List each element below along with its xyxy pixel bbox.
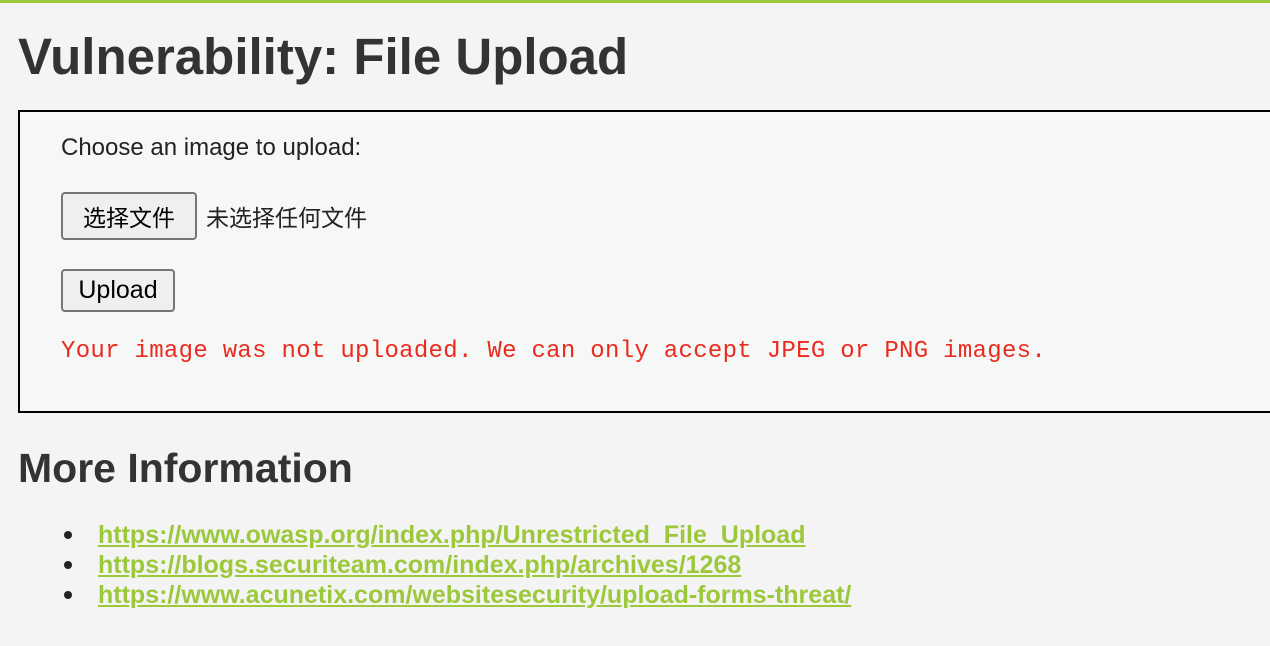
upload-button[interactable]: Upload bbox=[61, 269, 175, 312]
choose-file-button[interactable]: 选择文件 bbox=[61, 192, 197, 240]
bullet-icon bbox=[64, 561, 72, 569]
page-title: Vulnerability: File Upload bbox=[18, 28, 629, 85]
file-status-text: 未选择任何文件 bbox=[206, 206, 367, 232]
list-item: https://www.owasp.org/index.php/Unrestri… bbox=[64, 520, 851, 550]
file-input-row: 选择文件 未选择任何文件 bbox=[61, 192, 367, 240]
owasp-link[interactable]: https://www.owasp.org/index.php/Unrestri… bbox=[98, 521, 805, 550]
bullet-icon bbox=[64, 591, 72, 599]
more-information-heading: More Information bbox=[18, 445, 353, 491]
upload-form-panel: Choose an image to upload: 选择文件 未选择任何文件 … bbox=[18, 110, 1270, 413]
bullet-icon bbox=[64, 531, 72, 539]
list-item: https://www.acunetix.com/websitesecurity… bbox=[64, 580, 851, 610]
securiteam-link[interactable]: https://blogs.securiteam.com/index.php/a… bbox=[98, 551, 741, 580]
more-information-links: https://www.owasp.org/index.php/Unrestri… bbox=[64, 520, 851, 610]
list-item: https://blogs.securiteam.com/index.php/a… bbox=[64, 550, 851, 580]
acunetix-link[interactable]: https://www.acunetix.com/websitesecurity… bbox=[98, 581, 851, 610]
upload-error-message: Your image was not uploaded. We can only… bbox=[61, 338, 1047, 365]
upload-prompt-label: Choose an image to upload: bbox=[61, 134, 362, 161]
